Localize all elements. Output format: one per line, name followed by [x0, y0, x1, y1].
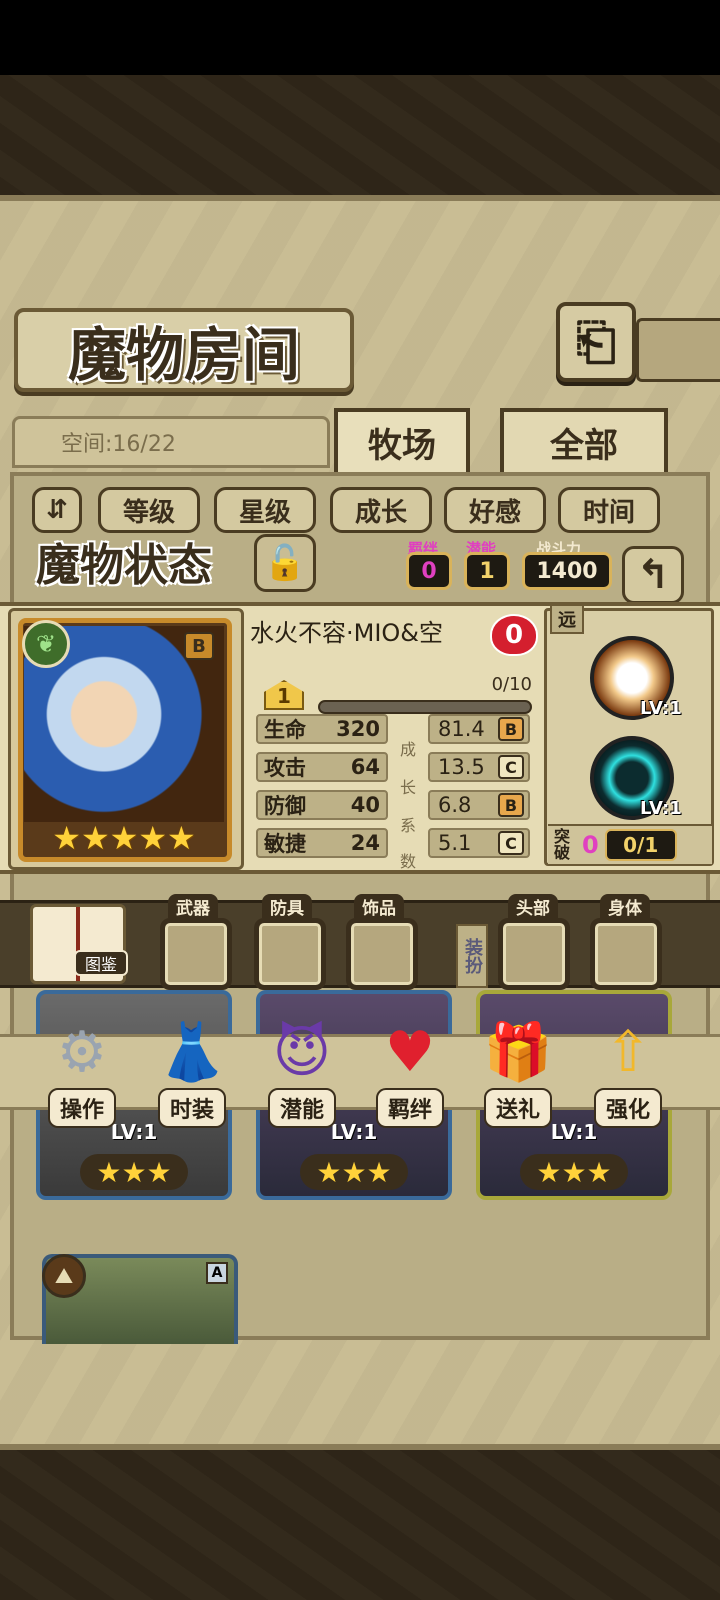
action-label: 潜能	[267, 1088, 336, 1128]
growth-label-3: 系	[400, 816, 417, 835]
action-label: 强化	[593, 1088, 662, 1128]
growth-grade: B	[498, 793, 524, 817]
sort-growth-button[interactable]: 成长	[330, 487, 432, 533]
breakthrough[interactable]: 突破 0 0/1	[548, 824, 712, 864]
stat-agility: 敏捷 24	[256, 828, 388, 858]
gear-icon: ⚙	[56, 1019, 108, 1085]
hearts-icon: ♥	[384, 1019, 436, 1085]
growth-grade: C	[498, 831, 524, 855]
back-button[interactable]: ⎗	[556, 302, 636, 382]
tab-ranch[interactable]: 牧场	[334, 408, 470, 472]
action-label: 时装	[157, 1088, 226, 1128]
head-slot[interactable]	[498, 918, 570, 990]
status-bar-area	[0, 0, 720, 75]
bond-value: 0	[406, 552, 452, 590]
monster-grade: B	[184, 632, 214, 660]
growth-agility: 5.1 C	[428, 828, 530, 858]
sort-affection-button[interactable]: 好感	[444, 487, 546, 533]
growth-defense: 6.8 B	[428, 790, 530, 820]
unlock-icon: 🔓	[263, 543, 307, 583]
slot-label-weapon: 武器	[168, 894, 218, 919]
back-button-tab	[636, 318, 720, 382]
slot-label-body: 身体	[600, 894, 650, 919]
action-label: 操作	[47, 1088, 116, 1128]
growth-label-4: 数	[400, 852, 417, 871]
enhance-button[interactable]: ⇧ 强化	[580, 1010, 676, 1128]
sort-level-button[interactable]: 等级	[98, 487, 200, 533]
demon-icon: 😈	[272, 1019, 332, 1085]
exp-text: 0/10	[491, 674, 532, 695]
breakthrough-count: 0	[582, 831, 599, 859]
accessory-slot[interactable]	[346, 918, 418, 990]
sort-time-button[interactable]: 时间	[558, 487, 660, 533]
sort-star-button[interactable]: 星级	[214, 487, 316, 533]
fashion-button[interactable]: 👗 时装	[144, 1010, 240, 1128]
monster-status-title: 魔物状态	[36, 540, 212, 591]
return-arrow-icon: ↰	[636, 552, 670, 598]
monster-name: 水火不容·MIO&空	[250, 618, 444, 647]
power-value: 1400	[522, 552, 612, 590]
monster-card[interactable]: A ⛰	[42, 1254, 238, 1344]
stat-hp: 生命 320	[256, 714, 388, 744]
growth-attack: 13.5 C	[428, 752, 530, 782]
potential-button[interactable]: 😈 潜能	[254, 1010, 350, 1128]
action-label: 羁绊	[375, 1088, 444, 1128]
skill-level: LV:1	[640, 698, 682, 719]
return-arrow-icon: ⎗	[576, 312, 616, 371]
space-capacity: 空间:16/22	[12, 416, 330, 468]
tab-all[interactable]: 全部	[500, 408, 668, 472]
skill-level: LV:1	[640, 798, 682, 819]
growth-grade: B	[498, 717, 524, 741]
growth-label-2: 长	[400, 778, 417, 797]
weapon-slot[interactable]	[160, 918, 232, 990]
lock-button[interactable]: 🔓	[254, 534, 316, 592]
outfit-tag: 装扮	[456, 924, 488, 988]
slot-label-head: 头部	[508, 894, 558, 919]
slot-label-accessory: 饰品	[354, 894, 404, 919]
bond-button[interactable]: ♥ 羁绊	[362, 1010, 458, 1128]
sort-icon: ⇵	[46, 495, 68, 525]
growth-label-1: 成	[400, 740, 417, 759]
action-label: 送礼	[483, 1088, 552, 1128]
card-stars: ★★★	[300, 1154, 408, 1190]
range-tag: 远	[550, 604, 584, 634]
stat-defense: 防御 40	[256, 790, 388, 820]
armor-slot[interactable]	[254, 918, 326, 990]
exp-bar	[318, 700, 532, 714]
breakthrough-label: 突破	[554, 827, 571, 862]
monster-stars: ★★★★★	[52, 819, 196, 857]
page-title: 魔物房间	[14, 308, 354, 392]
collapse-button[interactable]: ↰	[622, 546, 684, 604]
growth-hp: 81.4 B	[428, 714, 530, 744]
stat-attack: 攻击 64	[256, 752, 388, 782]
operate-button[interactable]: ⚙ 操作	[34, 1010, 130, 1128]
growth-grade: C	[498, 755, 524, 779]
gift-icon: 🎁	[483, 1020, 553, 1085]
breakthrough-value: 0/1	[604, 829, 677, 861]
mountain-type-icon: ⛰	[42, 1254, 86, 1298]
clothes-icon: 👗	[157, 1020, 227, 1085]
sort-order-button[interactable]: ⇵	[32, 487, 82, 533]
affection-heart[interactable]: 0	[490, 614, 538, 656]
leaf-type-icon: ❦	[22, 620, 70, 668]
body-slot[interactable]	[590, 918, 662, 990]
card-stars: ★★★	[80, 1154, 188, 1190]
upgrade-arrows-icon: ⇧	[604, 1019, 652, 1085]
card-grade: A	[206, 1262, 228, 1284]
gift-button[interactable]: 🎁 送礼	[470, 1010, 566, 1128]
card-stars: ★★★	[520, 1154, 628, 1190]
encyclopedia-label: 图鉴	[74, 950, 128, 976]
slot-label-armor: 防具	[262, 894, 312, 919]
potential-value: 1	[464, 552, 510, 590]
